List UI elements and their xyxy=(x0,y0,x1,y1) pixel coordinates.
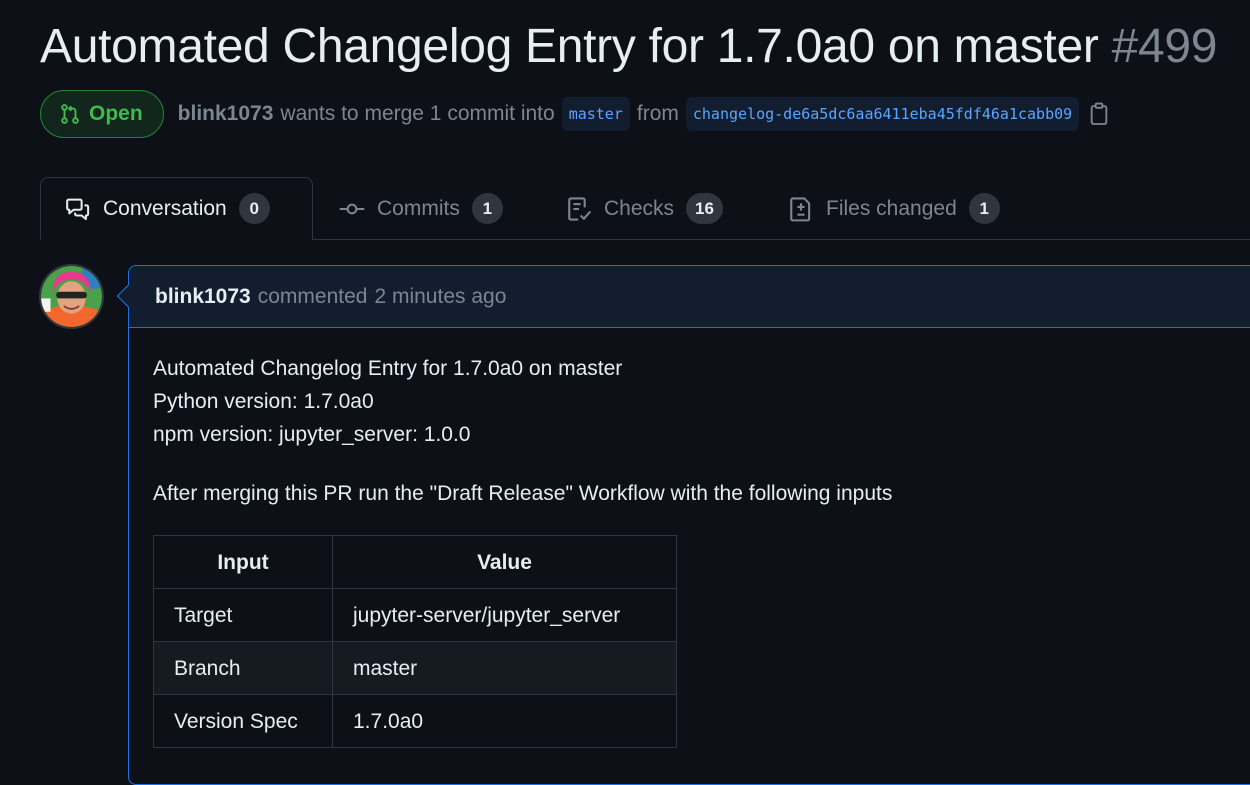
tab-commits-label: Commits xyxy=(377,196,460,220)
head-branch[interactable]: changelog-de6a5dc6aa6411eba45fdf46a1cabb… xyxy=(685,97,1080,131)
copy-icon[interactable] xyxy=(1088,102,1110,126)
base-branch[interactable]: master xyxy=(561,97,630,131)
comment-discussion-icon xyxy=(66,198,90,220)
pr-author-link[interactable]: blink1073 xyxy=(178,102,274,126)
table-cell: 1.7.0a0 xyxy=(332,694,677,748)
pr-title-text: Automated Changelog Entry for 1.7.0a0 on… xyxy=(40,20,1099,73)
table-cell: master xyxy=(332,641,677,695)
file-diff-icon xyxy=(790,196,811,221)
state-label: Open xyxy=(89,102,143,125)
avatar[interactable] xyxy=(39,264,104,329)
body-line: npm version: jupyter_server: 1.0.0 xyxy=(153,423,471,446)
tab-files-changed-count: 1 xyxy=(968,193,1000,224)
table-row: Branch master xyxy=(153,641,677,695)
checklist-icon xyxy=(568,196,592,221)
pr-number: #499 xyxy=(1111,20,1218,73)
table-header-row: Input Value xyxy=(153,535,677,589)
from-text: from xyxy=(636,102,679,125)
tab-files-changed[interactable]: Files changed 1 xyxy=(788,177,1000,240)
table-header-input: Input xyxy=(153,535,333,589)
tab-commits-count: 1 xyxy=(471,193,503,224)
body-paragraph: After merging this PR run the "Draft Rel… xyxy=(153,482,893,505)
comment-body: Automated Changelog Entry for 1.7.0a0 on… xyxy=(153,352,892,748)
table-cell: jupyter-server/jupyter_server xyxy=(332,588,677,642)
tab-checks[interactable]: Checks 16 xyxy=(566,177,723,240)
pr-meta: Open blink1073 wants to merge 1 commit i… xyxy=(40,90,1110,138)
table-row: Target jupyter-server/jupyter_server xyxy=(153,588,677,642)
pr-title: Automated Changelog Entry for 1.7.0a0 on… xyxy=(40,18,1217,76)
tab-checks-label: Checks xyxy=(604,196,675,220)
tab-commits[interactable]: Commits 1 xyxy=(339,177,503,240)
comment-author[interactable]: blink1073 xyxy=(155,285,251,309)
body-line: Python version: 1.7.0a0 xyxy=(153,390,374,413)
comment-card: blink1073 commented 2 minutes ago Automa… xyxy=(116,265,1250,785)
state-badge: Open xyxy=(40,90,164,138)
body-line: Automated Changelog Entry for 1.7.0a0 on… xyxy=(153,357,623,380)
git-commit-icon xyxy=(339,203,365,214)
comment-action: commented xyxy=(257,284,368,308)
tab-conversation-label: Conversation xyxy=(103,196,227,220)
comment-header: blink1073 commented 2 minutes ago xyxy=(129,266,1250,328)
table-header-value: Value xyxy=(332,535,677,589)
table-row: Version Spec 1.7.0a0 xyxy=(153,694,677,748)
tab-checks-count: 16 xyxy=(686,193,723,224)
workflow-inputs-table: Input Value Target jupyter-server/jupyte… xyxy=(153,535,677,748)
tab-conversation[interactable]: Conversation 0 xyxy=(40,177,313,240)
table-cell: Branch xyxy=(153,641,333,695)
pr-tabs: Conversation 0 Commits 1 Checks 16 Files… xyxy=(0,177,1250,240)
table-cell: Version Spec xyxy=(153,694,333,748)
tab-files-changed-label: Files changed xyxy=(826,196,957,220)
comment-timestamp[interactable]: 2 minutes ago xyxy=(374,285,506,309)
merge-text: wants to merge 1 commit into xyxy=(280,102,555,125)
table-cell: Target xyxy=(153,588,333,642)
tab-conversation-count: 0 xyxy=(238,193,270,224)
git-pull-request-icon xyxy=(61,104,79,124)
